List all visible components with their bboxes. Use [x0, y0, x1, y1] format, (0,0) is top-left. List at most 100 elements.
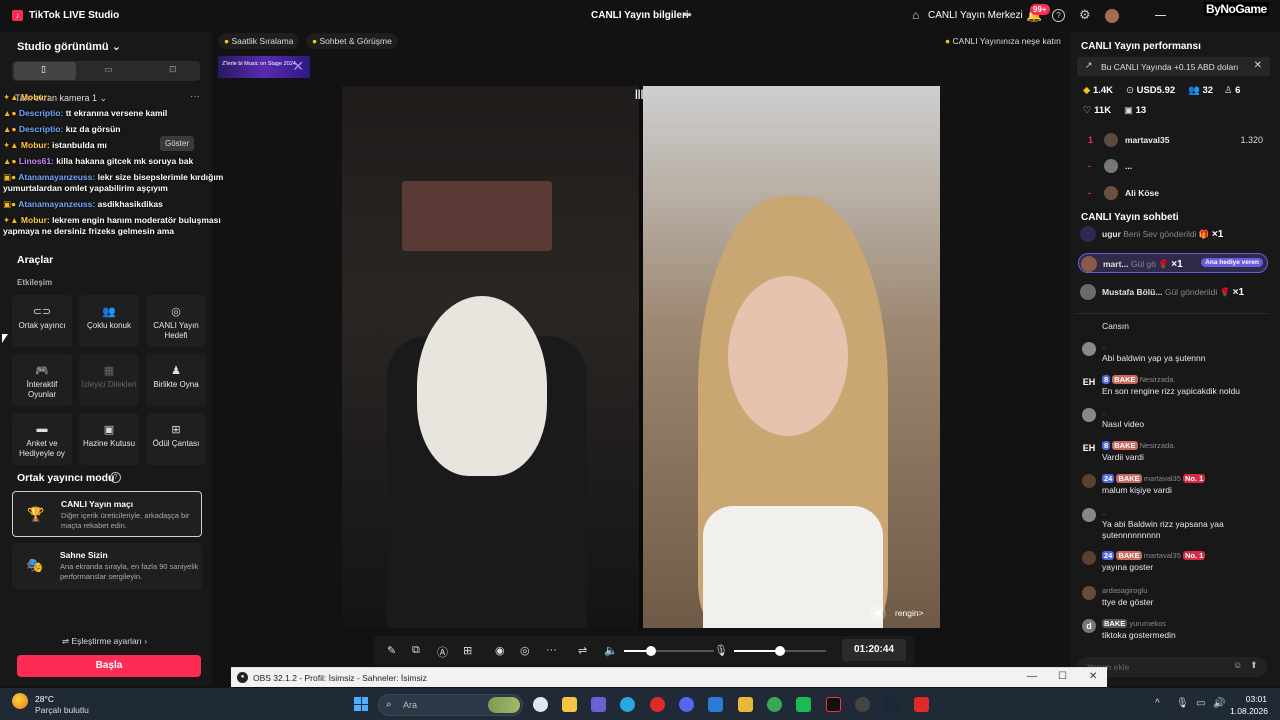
microphone-icon[interactable]: 🎙 [1176, 698, 1189, 709]
magic-wand-icon[interactable]: ✎ [387, 644, 396, 657]
chat-call-pill[interactable]: ● Sohbet & Görüşme [306, 33, 398, 49]
divider [1074, 313, 1270, 314]
message-meta: 8 BAKE Nesirzada. [1102, 441, 1175, 450]
rose-icon: 🌹 [1219, 287, 1231, 297]
tool-multi-guest[interactable]: 👥 Çoklu konuk [79, 295, 139, 347]
obs-window-bar[interactable]: ● OBS 32.1.2 - Profil: İsimsiz - Sahnele… [231, 667, 1107, 687]
help-icon[interactable]: ? [110, 472, 121, 483]
live-center-link[interactable]: CANLI Yayın Merkezi [928, 10, 1023, 21]
overlay-chat-text: tt ekranına versene kamil [65, 108, 168, 118]
taskbar-search[interactable]: ⌕ Ara [378, 694, 523, 716]
gear-icon[interactable]: ⚙ [1079, 7, 1091, 23]
mail-icon[interactable] [708, 697, 723, 712]
tool-cohost[interactable]: ⊂⊃ Ortak yayıncı [12, 295, 72, 347]
chevron-up-icon[interactable]: ^ [1155, 698, 1160, 709]
media-player-icon[interactable] [914, 697, 929, 712]
sliders-icon: ⇌ [62, 636, 70, 646]
effects-icon[interactable]: Ⓐ [437, 644, 448, 660]
event-banner[interactable]: Z'lerle bi Music on Stage 2024 ✕ [218, 56, 310, 78]
discord-icon[interactable] [679, 697, 694, 712]
opera-icon[interactable] [650, 697, 665, 712]
minimize-button[interactable]: — [1027, 671, 1037, 682]
overlay-chat-nick: Mobur: [20, 140, 50, 150]
add-source-icon[interactable]: ⊞ [463, 644, 472, 657]
weather-desc[interactable]: Parçalı bulutlu [35, 705, 89, 715]
rank-score: 1.320 [1240, 135, 1263, 145]
minimize-button[interactable] [1155, 15, 1166, 16]
clock-date[interactable]: 1.08.2026 [1226, 706, 1268, 716]
ranking-row[interactable]: - Ali Köse [1088, 186, 1263, 202]
mode-live-match[interactable]: 🏆 CANLI Yayın maçı Diğer içerik üreticil… [12, 491, 202, 537]
tiktok-taskbar-icon[interactable] [826, 697, 841, 712]
close-button[interactable]: ✕ [1089, 671, 1097, 682]
lightbulb-icon: ● [945, 36, 951, 46]
chrome-alt-icon[interactable] [767, 697, 782, 712]
treasure-icon: ▣ [103, 424, 115, 436]
overlay-chat-line: ▲● Descriptio: tt ekranına versene kamil [3, 108, 253, 119]
chrome-icon[interactable] [533, 697, 548, 712]
folder-icon[interactable] [738, 697, 753, 712]
mode-stage[interactable]: 🎭 Sahne Sizin Ana ekranda sırayla, en fa… [12, 543, 202, 589]
mode-title: CANLI Yayın maçı [61, 499, 134, 509]
message-text: Ya abi Baldwin rizz yapsana yaa şutennnn… [1102, 519, 1224, 540]
landscape-icon[interactable]: ▭ [104, 64, 113, 75]
tool-reward-bag[interactable]: ⊞ Ödül Çantası [146, 413, 206, 465]
store-icon[interactable] [562, 697, 577, 712]
message-text: tiktoka gostermedin [1102, 630, 1176, 640]
coin-icon: ⊙ [1126, 85, 1134, 96]
screen-icon[interactable]: ⧉ [412, 644, 420, 657]
cohost-mode-title: Ortak yayıncı modu [17, 472, 115, 484]
microphone-icon[interactable]: 🎙 [714, 644, 728, 657]
guest-name[interactable]: rengin> [895, 608, 924, 618]
interaction-subtitle: Etkileşim [17, 278, 53, 287]
volume-knob[interactable] [646, 646, 656, 656]
send-icon[interactable]: ⬆ [1250, 660, 1258, 671]
ranking-row[interactable]: -... [1088, 159, 1263, 175]
weather-temp[interactable]: 28°C [35, 694, 54, 704]
mute-icon[interactable]: ◀ [870, 605, 886, 621]
tool-live-goal[interactable]: ◎ CANLI Yayın Hedefi [146, 295, 206, 347]
mic-knob[interactable] [775, 646, 785, 656]
live-info-title[interactable]: CANLI Yayın bilgileri [591, 10, 689, 21]
emoji-icon[interactable]: ☺ [1233, 660, 1242, 670]
home-icon[interactable]: ⌂ [912, 8, 919, 22]
share-icon[interactable]: ➦ [683, 8, 692, 21]
gift-icon: ▣ [1124, 105, 1133, 116]
link-icon: ⊂⊃ [32, 306, 52, 318]
record-icon[interactable]: ◉ [495, 644, 505, 657]
windows-start-icon[interactable] [354, 697, 368, 711]
tool-poll[interactable]: ▬ Anket ve Hediyeyle oy [12, 413, 72, 465]
weather-icon[interactable] [12, 693, 28, 709]
tool-interactive-games[interactable]: 🎮 İnteraktif Oyunlar [12, 354, 72, 406]
teams-icon[interactable] [591, 697, 606, 712]
steam-icon[interactable] [884, 697, 899, 712]
tool-play-together[interactable]: ♟ Birlikte Oyna [146, 354, 206, 406]
display-icon[interactable]: ▭ [1196, 698, 1205, 709]
lock-icon[interactable]: ⊡ [169, 64, 177, 75]
show-button[interactable]: Göster [160, 136, 195, 151]
tip-link[interactable]: ● CANLI Yayınınıza neşe katın [945, 33, 1061, 49]
clock-time[interactable]: 03:01 [1235, 694, 1267, 704]
obs-taskbar-icon[interactable] [855, 697, 870, 712]
hourly-ranking-pill[interactable]: ● Saatlik Sıralama [218, 33, 300, 49]
camera-settings-icon[interactable]: ◎ [520, 644, 530, 657]
mixer-icon[interactable]: ⇌ [578, 644, 587, 657]
user-avatar[interactable] [1105, 9, 1119, 23]
more-icon[interactable]: ··· [546, 644, 557, 656]
volume-icon[interactable]: 🔊 [1213, 698, 1225, 709]
edge-icon[interactable] [620, 697, 635, 712]
tool-treasure-box[interactable]: ▣ Hazine Kutusu [79, 413, 139, 465]
start-button[interactable]: Başla [17, 655, 201, 677]
fan-badge: BAKE [1112, 441, 1138, 450]
studio-view-dropdown[interactable]: Studio görünümü ⌄ [17, 40, 121, 53]
ranking-row[interactable]: 1 martaval35 1.320 [1088, 133, 1263, 149]
speaker-icon[interactable]: 🔈 [604, 644, 618, 657]
maximize-button[interactable]: ☐ [1058, 671, 1067, 682]
help-icon[interactable]: ? [1052, 9, 1065, 22]
avatar: EH [1082, 377, 1096, 387]
close-icon[interactable]: ✕ [1254, 60, 1262, 71]
gift-line: ugur Beni Sev gönderildi 🎁 ×1 [1102, 229, 1223, 240]
whatsapp-icon[interactable] [796, 697, 811, 712]
match-settings-link[interactable]: ⇌ Eşleştirme ayarları › [62, 636, 147, 647]
stat-value: USD5.92 [1136, 85, 1176, 96]
